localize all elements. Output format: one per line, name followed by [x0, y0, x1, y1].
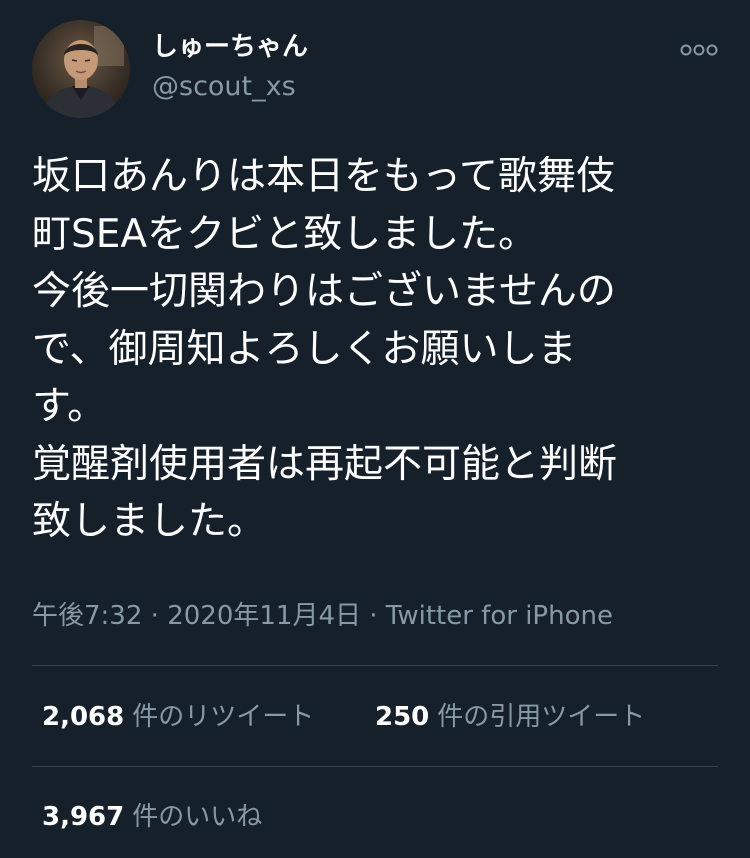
like-count: 3,967: [42, 802, 125, 832]
user-handle[interactable]: @scout_xs: [152, 70, 296, 104]
like-label: 件のいいね: [132, 802, 263, 832]
tweet-source[interactable]: Twitter for iPhone: [386, 601, 613, 631]
retweet-count: 2,068: [42, 702, 125, 732]
user-avatar-photo: [32, 20, 130, 118]
meta-separator: ·: [150, 601, 159, 631]
tweet-text-line: 坂口あんりは本日をもって歌舞伎: [32, 154, 616, 199]
tweet-date[interactable]: 2020年11月4日: [167, 601, 361, 631]
tweet-text-line: 覚醒剤使用者は再起不可能と判断: [32, 441, 618, 487]
tweet-metadata: 午後7:32 · 2020年11月4日 · Twitter for iPhone: [32, 598, 613, 634]
retweet-count-link[interactable]: 2,068 件のリツイート: [42, 700, 314, 734]
retweet-label: 件のリツイート: [132, 702, 315, 732]
more-horizontal-icon[interactable]: [679, 42, 719, 56]
tweet-text: 坂口あんりは本日をもって歌舞伎 町SEAをクビと致しました。 今後一切関わりはご…: [32, 148, 722, 551]
like-count-link[interactable]: 3,967 件のいいね: [42, 800, 262, 834]
divider: [32, 766, 718, 767]
tweet-detail-screen: しゅーちゃん @scout_xs 坂口あんりは本日をもって歌舞伎 町SEAをクビ…: [0, 0, 750, 858]
tweet-text-line: す。: [32, 384, 107, 429]
display-name[interactable]: しゅーちゃん: [152, 30, 308, 64]
tweet-text-line: 致しました。: [32, 499, 267, 544]
tweet-time[interactable]: 午後7:32: [32, 601, 142, 631]
tweet-text-line: で、御周知よろしくお願いしま: [32, 326, 577, 372]
meta-separator: ·: [369, 601, 378, 631]
quote-label: 件の引用ツイート: [437, 702, 646, 732]
tweet-text-line: 町SEAをクビと致しました。: [32, 211, 538, 257]
divider: [32, 665, 718, 666]
quote-count-link[interactable]: 250 件の引用ツイート: [375, 700, 645, 734]
avatar[interactable]: [32, 20, 130, 118]
quote-count: 250: [375, 702, 430, 732]
tweet-text-line: 今後一切関わりはございませんの: [32, 269, 616, 314]
